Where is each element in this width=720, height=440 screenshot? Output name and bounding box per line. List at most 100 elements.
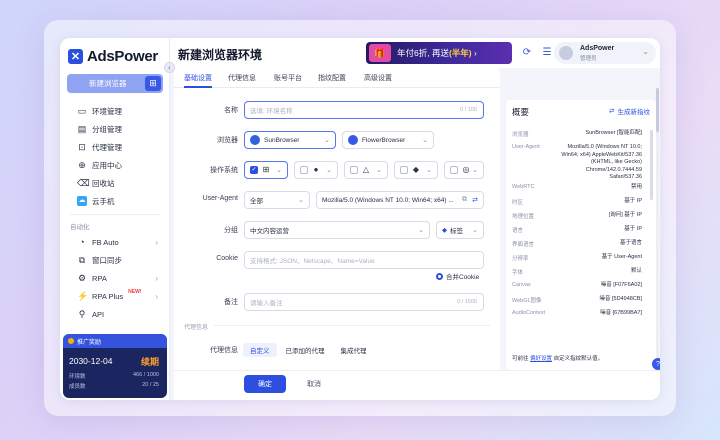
overview-key: 分辨率 — [512, 255, 529, 262]
refresh-icon[interactable]: ⟳ — [520, 46, 534, 60]
chevron-down-icon: ⌄ — [642, 47, 649, 56]
proxy-tab-saved[interactable]: 已添加的代理 — [279, 343, 332, 357]
sidebar-item-cloud-phone[interactable]: ☁ 云手机 — [60, 192, 170, 210]
fb-auto-icon: ◔ — [79, 237, 85, 247]
browser-flowerbrowser-select[interactable]: FlowerBrowser ⌄ — [342, 131, 434, 149]
os-ios-option[interactable]: ◎ ⌄ — [444, 161, 484, 179]
os-windows-option[interactable]: ✓ ⊞ ⌄ — [244, 161, 288, 179]
os-android-option[interactable]: ◆ ⌄ — [394, 161, 438, 179]
overview-value: 基于语言 — [619, 239, 642, 246]
proxy-section-title: 代理信息 — [184, 325, 209, 331]
divider — [70, 214, 160, 215]
overview-scrollbar[interactable] — [650, 130, 653, 200]
copy-icon[interactable]: ⧉ — [462, 196, 467, 204]
gift-icon: 🎁 — [369, 44, 391, 62]
name-placeholder: 选填: 环境名称 — [250, 108, 293, 115]
merge-cookie-label: 合并Cookie — [446, 274, 480, 281]
tab-advanced[interactable]: 高级设置 — [364, 73, 392, 83]
apple-icon: ● — [313, 165, 319, 174]
brand: ✕ AdsPower — [68, 46, 158, 66]
new-browser-button[interactable]: 新建浏览器 ⊞ — [67, 74, 163, 93]
main-scrollbar[interactable] — [656, 88, 659, 368]
proxy-tab-integrated[interactable]: 集成代理 — [334, 343, 374, 357]
sidebar-item-window-sync[interactable]: ⧉ 窗口同步 — [60, 251, 170, 269]
user-menu[interactable]: AdsPower 管理员 ⌄ — [554, 42, 656, 64]
group-value: 中文内容运营 — [250, 228, 289, 235]
browser-sunbrowser-select[interactable]: SunBrowser ⌄ — [244, 131, 336, 149]
overview-value: SunBrowser [智能匹配] — [585, 130, 642, 136]
tab-account-platform[interactable]: 账号平台 — [274, 73, 302, 83]
checkbox-icon — [400, 166, 408, 174]
footnote-text: 可前往 — [512, 356, 529, 362]
proxy-mode-tabs: 自定义 已添加的代理 集成代理 — [243, 343, 383, 357]
ua-row: User-Agent 全部 ⌄ Mozilla/5.0 (Windows NT … — [174, 190, 500, 210]
name-label: 名称 — [224, 107, 238, 114]
sidebar-item-profiles[interactable]: ▭ 环境管理 — [60, 102, 170, 120]
ua-mode-select[interactable]: 全部 ⌄ — [244, 191, 310, 209]
member-quota-row: 成员数 20 / 25 — [69, 382, 159, 390]
api-icon: ⚲ — [78, 309, 86, 319]
sidebar-item-rpa[interactable]: ⚙ RPA › — [60, 269, 170, 287]
tag-label: 标签 — [450, 228, 463, 235]
sidebar-item-proxies[interactable]: ⊡ 代理管理 — [60, 138, 170, 156]
sidebar-item-label: RPA Plus — [92, 291, 124, 301]
sidebar-item-label: 分组管理 — [92, 124, 122, 134]
quick-add-icon[interactable]: ⊞ — [145, 76, 161, 91]
banner-text-main: 年付6折, 再送 — [397, 48, 449, 58]
cancel-button[interactable]: 取消 — [296, 375, 332, 393]
remark-input[interactable]: 请输入备注 0 / 1500 — [244, 293, 484, 311]
shuffle-icon[interactable]: ⇄ — [472, 196, 478, 204]
sidebar-item-rpa-plus[interactable]: ⚡ RPA Plus NEW! › — [60, 287, 170, 305]
renew-link[interactable]: 续期 — [141, 355, 159, 368]
os-row: 操作系统 ✓ ⊞ ⌄ ● ⌄ △ ⌄ ◆ ⌄ ◎ ⌄ — [174, 160, 500, 180]
chevron-down-icon: ⌄ — [324, 137, 330, 144]
tab-basic[interactable]: 基础设置 — [184, 73, 212, 83]
group-select[interactable]: 中文内容运营 ⌄ — [244, 221, 430, 239]
collapse-sidebar-icon[interactable]: ‹ — [164, 62, 175, 73]
sidebar-item-apps[interactable]: ⊕ 应用中心 — [60, 156, 170, 174]
tag-select[interactable]: ◆ 标签 ⌄ — [436, 221, 484, 239]
ok-button[interactable]: 确定 — [244, 375, 286, 393]
profile-form: 基础设置 代理信息 账号平台 指纹配置 高级设置 名称 选填: 环境名称 0 /… — [174, 68, 500, 400]
preferences-link[interactable]: 偏好设置 — [530, 356, 552, 362]
overview-row: 界面语言 基于语言 — [512, 238, 642, 252]
tab-proxy[interactable]: 代理信息 — [228, 73, 256, 83]
checkbox-icon — [350, 166, 358, 174]
merge-cookie-option[interactable]: 合并Cookie — [436, 271, 479, 281]
overview-value: 噪音 [5D4948CB] — [599, 295, 643, 302]
ua-value-field[interactable]: Mozilla/5.0 (Windows NT 10.0; Win64; x64… — [316, 191, 484, 209]
chevron-down-icon: ⌄ — [472, 227, 478, 234]
os-macos-option[interactable]: ● ⌄ — [294, 161, 338, 179]
top-bar: 新建浏览器环境 🎁 年付6折, 再送(半年) › ⟳ ☰ AdsPower 管理… — [170, 38, 660, 68]
sidebar-item-trash[interactable]: ⌫ 回收站 — [60, 174, 170, 192]
cookie-input[interactable]: 支持格式: JSON、Netscape、Name=Value — [244, 251, 484, 269]
windows-icon: ⊞ — [262, 165, 270, 174]
overview-key: AudioContext — [512, 309, 546, 316]
tab-fingerprint[interactable]: 指纹配置 — [318, 73, 346, 83]
overview-key: 界面语言 — [512, 241, 535, 248]
chevron-right-icon: › — [155, 237, 158, 247]
overview-value: 噪音 [F07F6A02] — [600, 281, 642, 288]
adspower-logo-icon: ✕ — [68, 48, 83, 64]
overview-key: WebRTC — [512, 183, 535, 190]
browser-row: 浏览器 SunBrowser ⌄ FlowerBrowser ⌄ — [174, 130, 500, 150]
sidebar-item-fb-auto[interactable]: ◔ FB Auto › — [60, 233, 170, 251]
sidebar-item-groups[interactable]: ▤ 分组管理 — [60, 120, 170, 138]
scrollbar-thumb[interactable] — [656, 88, 659, 132]
help-icon[interactable]: ? — [652, 358, 660, 370]
cookie-placeholder: 支持格式: JSON、Netscape、Name=Value — [250, 258, 375, 265]
generate-fingerprint-button[interactable]: ⇄ 生成新指纹 — [609, 106, 650, 116]
rpa-plus-icon: ⚡ — [77, 291, 89, 301]
android-icon: ◆ — [412, 165, 420, 174]
proxy-tab-custom[interactable]: 自定义 — [243, 343, 277, 357]
os-linux-option[interactable]: △ ⌄ — [344, 161, 388, 179]
overview-row: Canvas 噪音 [F07F6A02] — [512, 280, 642, 294]
promo-banner[interactable]: 🎁 年付6折, 再送(半年) › — [366, 42, 512, 64]
member-quota-value: 20 / 25 — [142, 382, 159, 388]
name-input[interactable]: 选填: 环境名称 0 / 100 — [244, 101, 484, 119]
list-icon[interactable]: ☰ — [540, 46, 554, 60]
promo-card[interactable]: 推广奖励 2030-12-04 续期 环境数 466 / 1000 成员数 20… — [63, 334, 167, 398]
sidebar-item-label: API — [92, 309, 105, 319]
section-divider — [214, 325, 490, 326]
sidebar-item-api[interactable]: ⚲ API — [60, 305, 170, 323]
